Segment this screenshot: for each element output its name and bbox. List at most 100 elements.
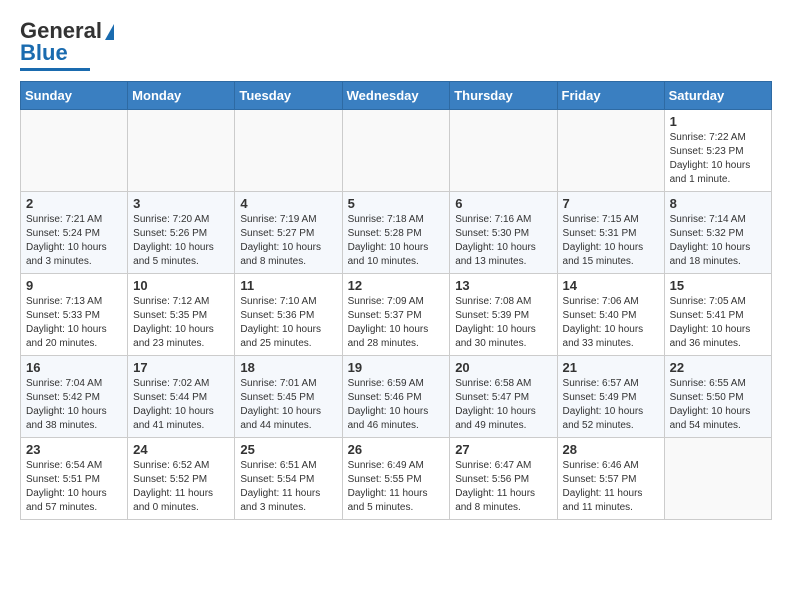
day-info: Sunrise: 7:18 AM Sunset: 5:28 PM Dayligh… [348, 213, 445, 269]
day-number: 11 [240, 278, 336, 293]
day-number: 18 [240, 360, 336, 375]
weekday-header: Sunday [21, 82, 128, 110]
day-info: Sunrise: 7:19 AM Sunset: 5:27 PM Dayligh… [240, 213, 336, 269]
day-number: 16 [26, 360, 122, 375]
calendar-day-cell: 17 Sunrise: 7:02 AM Sunset: 5:44 PM Dayli… [128, 356, 235, 438]
logo-underline [20, 68, 90, 71]
calendar-day-cell: 5 Sunrise: 7:18 AM Sunset: 5:28 PM Daylig… [342, 192, 450, 274]
day-number: 1 [670, 114, 766, 129]
day-number: 24 [133, 442, 229, 457]
day-info: Sunrise: 6:46 AM Sunset: 5:57 PM Dayligh… [563, 459, 659, 515]
day-number: 3 [133, 196, 229, 211]
day-number: 28 [563, 442, 659, 457]
calendar-day-cell: 12 Sunrise: 7:09 AM Sunset: 5:37 PM Dayli… [342, 274, 450, 356]
calendar-week-row: 23 Sunrise: 6:54 AM Sunset: 5:51 PM Dayli… [21, 438, 772, 520]
day-info: Sunrise: 7:08 AM Sunset: 5:39 PM Dayligh… [455, 295, 551, 351]
day-info: Sunrise: 6:47 AM Sunset: 5:56 PM Dayligh… [455, 459, 551, 515]
day-number: 25 [240, 442, 336, 457]
calendar-day-cell: 15 Sunrise: 7:05 AM Sunset: 5:41 PM Dayli… [664, 274, 771, 356]
weekday-header: Tuesday [235, 82, 342, 110]
calendar-day-cell: 10 Sunrise: 7:12 AM Sunset: 5:35 PM Dayli… [128, 274, 235, 356]
day-number: 17 [133, 360, 229, 375]
calendar-day-cell: 14 Sunrise: 7:06 AM Sunset: 5:40 PM Dayli… [557, 274, 664, 356]
calendar-day-cell: 13 Sunrise: 7:08 AM Sunset: 5:39 PM Dayli… [450, 274, 557, 356]
calendar-day-cell: 23 Sunrise: 6:54 AM Sunset: 5:51 PM Dayli… [21, 438, 128, 520]
day-info: Sunrise: 7:14 AM Sunset: 5:32 PM Dayligh… [670, 213, 766, 269]
calendar-day-cell: 26 Sunrise: 6:49 AM Sunset: 5:55 PM Dayli… [342, 438, 450, 520]
day-number: 8 [670, 196, 766, 211]
weekday-header: Friday [557, 82, 664, 110]
calendar-day-cell [235, 110, 342, 192]
day-info: Sunrise: 6:54 AM Sunset: 5:51 PM Dayligh… [26, 459, 122, 515]
calendar-day-cell [342, 110, 450, 192]
calendar-day-cell: 24 Sunrise: 6:52 AM Sunset: 5:52 PM Dayli… [128, 438, 235, 520]
logo-blue: Blue [20, 40, 68, 66]
day-info: Sunrise: 7:02 AM Sunset: 5:44 PM Dayligh… [133, 377, 229, 433]
day-number: 23 [26, 442, 122, 457]
day-info: Sunrise: 6:49 AM Sunset: 5:55 PM Dayligh… [348, 459, 445, 515]
day-info: Sunrise: 7:16 AM Sunset: 5:30 PM Dayligh… [455, 213, 551, 269]
day-info: Sunrise: 7:04 AM Sunset: 5:42 PM Dayligh… [26, 377, 122, 433]
day-info: Sunrise: 7:20 AM Sunset: 5:26 PM Dayligh… [133, 213, 229, 269]
calendar-day-cell: 2Sunrise: 7:21 AM Sunset: 5:24 PM Daylig… [21, 192, 128, 274]
day-number: 26 [348, 442, 445, 457]
day-info: Sunrise: 7:01 AM Sunset: 5:45 PM Dayligh… [240, 377, 336, 433]
weekday-header: Monday [128, 82, 235, 110]
day-number: 22 [670, 360, 766, 375]
calendar-day-cell: 19 Sunrise: 6:59 AM Sunset: 5:46 PM Dayli… [342, 356, 450, 438]
calendar-day-cell: 7Sunrise: 7:15 AM Sunset: 5:31 PM Daylig… [557, 192, 664, 274]
day-number: 13 [455, 278, 551, 293]
day-number: 5 [348, 196, 445, 211]
calendar-day-cell: 6 Sunrise: 7:16 AM Sunset: 5:30 PM Daylig… [450, 192, 557, 274]
day-info: Sunrise: 7:12 AM Sunset: 5:35 PM Dayligh… [133, 295, 229, 351]
calendar-day-cell [664, 438, 771, 520]
day-info: Sunrise: 7:06 AM Sunset: 5:40 PM Dayligh… [563, 295, 659, 351]
weekday-header: Wednesday [342, 82, 450, 110]
weekday-header: Thursday [450, 82, 557, 110]
calendar-day-cell: 9Sunrise: 7:13 AM Sunset: 5:33 PM Daylig… [21, 274, 128, 356]
calendar-day-cell: 1 Sunrise: 7:22 AM Sunset: 5:23 PM Daylig… [664, 110, 771, 192]
calendar-day-cell: 28 Sunrise: 6:46 AM Sunset: 5:57 PM Dayli… [557, 438, 664, 520]
day-info: Sunrise: 7:15 AM Sunset: 5:31 PM Dayligh… [563, 213, 659, 269]
calendar-day-cell: 18 Sunrise: 7:01 AM Sunset: 5:45 PM Dayli… [235, 356, 342, 438]
day-info: Sunrise: 6:58 AM Sunset: 5:47 PM Dayligh… [455, 377, 551, 433]
day-info: Sunrise: 6:52 AM Sunset: 5:52 PM Dayligh… [133, 459, 229, 515]
day-info: Sunrise: 7:05 AM Sunset: 5:41 PM Dayligh… [670, 295, 766, 351]
day-number: 2 [26, 196, 122, 211]
calendar-day-cell [557, 110, 664, 192]
day-number: 12 [348, 278, 445, 293]
day-info: Sunrise: 7:10 AM Sunset: 5:36 PM Dayligh… [240, 295, 336, 351]
day-number: 19 [348, 360, 445, 375]
day-number: 14 [563, 278, 659, 293]
day-number: 9 [26, 278, 122, 293]
day-info: Sunrise: 6:57 AM Sunset: 5:49 PM Dayligh… [563, 377, 659, 433]
calendar-day-cell: 16 Sunrise: 7:04 AM Sunset: 5:42 PM Dayli… [21, 356, 128, 438]
calendar-day-cell: 8 Sunrise: 7:14 AM Sunset: 5:32 PM Daylig… [664, 192, 771, 274]
calendar-day-cell [21, 110, 128, 192]
calendar-week-row: 1 Sunrise: 7:22 AM Sunset: 5:23 PM Daylig… [21, 110, 772, 192]
calendar-day-cell: 3 Sunrise: 7:20 AM Sunset: 5:26 PM Daylig… [128, 192, 235, 274]
calendar-day-cell: 22Sunrise: 6:55 AM Sunset: 5:50 PM Dayli… [664, 356, 771, 438]
calendar-day-cell: 20 Sunrise: 6:58 AM Sunset: 5:47 PM Dayli… [450, 356, 557, 438]
calendar-day-cell: 11 Sunrise: 7:10 AM Sunset: 5:36 PM Dayli… [235, 274, 342, 356]
day-info: Sunrise: 7:09 AM Sunset: 5:37 PM Dayligh… [348, 295, 445, 351]
calendar-table: SundayMondayTuesdayWednesdayThursdayFrid… [20, 81, 772, 520]
calendar-week-row: 2Sunrise: 7:21 AM Sunset: 5:24 PM Daylig… [21, 192, 772, 274]
page-header: General Blue [20, 20, 772, 71]
logo-text: General [20, 20, 114, 42]
calendar-day-cell: 4Sunrise: 7:19 AM Sunset: 5:27 PM Daylig… [235, 192, 342, 274]
weekday-header: Saturday [664, 82, 771, 110]
day-number: 27 [455, 442, 551, 457]
day-number: 20 [455, 360, 551, 375]
day-info: Sunrise: 6:59 AM Sunset: 5:46 PM Dayligh… [348, 377, 445, 433]
calendar-week-row: 16 Sunrise: 7:04 AM Sunset: 5:42 PM Dayli… [21, 356, 772, 438]
day-number: 10 [133, 278, 229, 293]
calendar-header-row: SundayMondayTuesdayWednesdayThursdayFrid… [21, 82, 772, 110]
calendar-day-cell [128, 110, 235, 192]
day-number: 6 [455, 196, 551, 211]
calendar-week-row: 9Sunrise: 7:13 AM Sunset: 5:33 PM Daylig… [21, 274, 772, 356]
day-number: 15 [670, 278, 766, 293]
calendar-day-cell [450, 110, 557, 192]
day-info: Sunrise: 7:22 AM Sunset: 5:23 PM Dayligh… [670, 131, 766, 187]
calendar-day-cell: 21Sunrise: 6:57 AM Sunset: 5:49 PM Dayli… [557, 356, 664, 438]
